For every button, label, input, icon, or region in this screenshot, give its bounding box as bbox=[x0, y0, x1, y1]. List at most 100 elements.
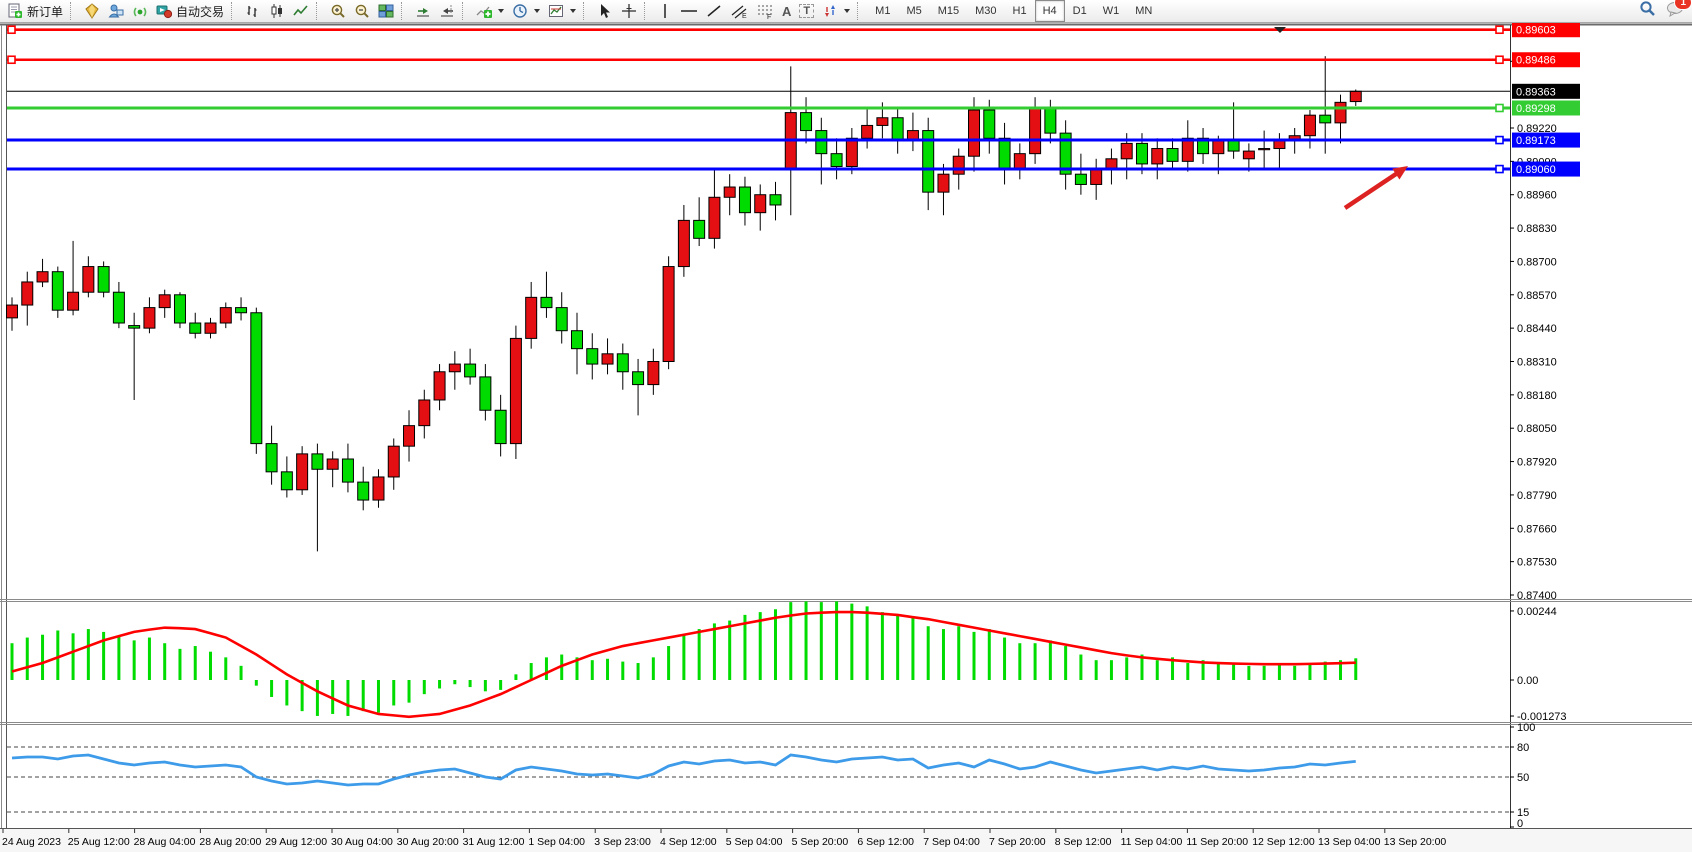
zoom-in-button[interactable] bbox=[326, 1, 350, 22]
toolbar-separator bbox=[462, 2, 468, 20]
chevron-down-icon bbox=[844, 9, 850, 13]
timeframe-h1[interactable]: H1 bbox=[1005, 0, 1035, 22]
timeframe-w1[interactable]: W1 bbox=[1095, 0, 1128, 22]
svg-text:12 Sep 12:00: 12 Sep 12:00 bbox=[1252, 836, 1315, 848]
timeframe-m30[interactable]: M30 bbox=[967, 0, 1004, 22]
svg-text:100: 100 bbox=[1517, 722, 1535, 734]
svg-text:0.89603: 0.89603 bbox=[1516, 25, 1556, 37]
svg-text:0.88700: 0.88700 bbox=[1517, 256, 1557, 268]
svg-text:3 Sep 23:00: 3 Sep 23:00 bbox=[594, 836, 651, 848]
auto-scroll-button[interactable] bbox=[411, 1, 435, 22]
timeframe-m5[interactable]: M5 bbox=[898, 0, 929, 22]
chart-canvas[interactable]: 0.894800.892200.890900.889600.888300.887… bbox=[0, 0, 1692, 852]
gem-icon bbox=[84, 3, 100, 19]
templates-button[interactable] bbox=[544, 1, 580, 22]
timeframe-m1[interactable]: M1 bbox=[867, 0, 898, 22]
fibonacci-icon: F bbox=[756, 3, 774, 19]
signals-icon bbox=[132, 3, 148, 19]
chart-shift-button[interactable] bbox=[435, 1, 459, 22]
horizontal-line-button[interactable] bbox=[676, 1, 702, 22]
text-label-button[interactable]: T bbox=[795, 1, 818, 22]
equidistant-channel-icon: E bbox=[730, 3, 748, 19]
text-button[interactable]: A bbox=[778, 1, 795, 22]
svg-text:F: F bbox=[767, 14, 771, 19]
bar-chart-button[interactable] bbox=[241, 1, 265, 22]
autotrading-label: 自动交易 bbox=[176, 3, 224, 20]
horizontal-line-icon bbox=[680, 3, 698, 19]
svg-text:0.89486: 0.89486 bbox=[1516, 55, 1556, 67]
svg-text:13 Sep 04:00: 13 Sep 04:00 bbox=[1318, 836, 1381, 848]
svg-text:0.87920: 0.87920 bbox=[1517, 457, 1557, 469]
new-order-button[interactable]: 新订单 bbox=[3, 1, 67, 22]
arrows-button[interactable] bbox=[818, 1, 854, 22]
svg-text:0.87400: 0.87400 bbox=[1517, 590, 1557, 602]
svg-text:29 Aug 12:00: 29 Aug 12:00 bbox=[265, 836, 327, 848]
svg-text:0.87530: 0.87530 bbox=[1517, 557, 1557, 569]
text-icon: A bbox=[782, 4, 791, 19]
periods-button[interactable] bbox=[508, 1, 544, 22]
tile-windows-icon bbox=[378, 3, 394, 19]
timeframe-mn[interactable]: MN bbox=[1127, 0, 1160, 22]
chat-button[interactable]: 1 bbox=[1666, 1, 1684, 22]
indicators-icon bbox=[476, 3, 492, 19]
chevron-down-icon bbox=[534, 9, 540, 13]
svg-text:0.00: 0.00 bbox=[1517, 675, 1538, 687]
svg-text:8 Sep 12:00: 8 Sep 12:00 bbox=[1055, 836, 1112, 848]
crosshair-button[interactable] bbox=[617, 1, 641, 22]
svg-text:0: 0 bbox=[1517, 818, 1523, 830]
autotrading-button[interactable]: 自动交易 bbox=[152, 1, 228, 22]
indicators-button[interactable] bbox=[472, 1, 508, 22]
crosshair-icon bbox=[621, 3, 637, 19]
toolbar-separator bbox=[231, 2, 237, 20]
svg-text:0.88960: 0.88960 bbox=[1517, 190, 1557, 202]
toolbar-separator bbox=[857, 2, 863, 20]
gem-button[interactable] bbox=[80, 1, 104, 22]
svg-text:1 Sep 04:00: 1 Sep 04:00 bbox=[528, 836, 585, 848]
timeframe-h4[interactable]: H4 bbox=[1035, 0, 1065, 22]
vertical-line-button[interactable] bbox=[654, 1, 676, 22]
svg-text:0.89173: 0.89173 bbox=[1516, 135, 1556, 147]
svg-text:80: 80 bbox=[1517, 742, 1529, 754]
fibonacci-button[interactable]: F bbox=[752, 1, 778, 22]
timeframe-d1[interactable]: D1 bbox=[1065, 0, 1095, 22]
toolbar-separator bbox=[316, 2, 322, 20]
search-icon[interactable] bbox=[1639, 0, 1656, 22]
metaeditor-button[interactable] bbox=[104, 1, 128, 22]
cursor-icon bbox=[597, 3, 613, 19]
candlestick-chart-button[interactable] bbox=[265, 1, 289, 22]
cursor-button[interactable] bbox=[593, 1, 617, 22]
bar-chart-icon bbox=[245, 3, 261, 19]
metaeditor-icon bbox=[108, 3, 124, 19]
periods-icon bbox=[512, 3, 528, 19]
text-label-icon: T bbox=[799, 4, 814, 18]
equidistant-channel-button[interactable]: E bbox=[726, 1, 752, 22]
new-order-icon bbox=[7, 3, 23, 19]
chevron-down-icon bbox=[498, 9, 504, 13]
toolbar-separator bbox=[644, 2, 650, 20]
vertical-line-icon bbox=[658, 3, 672, 19]
svg-text:28 Aug 04:00: 28 Aug 04:00 bbox=[134, 836, 196, 848]
mt4-window: 新订单 自动交易 E F A T bbox=[0, 0, 1692, 852]
signals-button[interactable] bbox=[128, 1, 152, 22]
line-chart-icon bbox=[293, 3, 309, 19]
chevron-down-icon bbox=[570, 9, 576, 13]
timeframe-bar: M1M5M15M30H1H4D1W1MN bbox=[867, 0, 1160, 22]
trendline-button[interactable] bbox=[702, 1, 726, 22]
chart-shift-icon bbox=[439, 3, 455, 19]
line-chart-button[interactable] bbox=[289, 1, 313, 22]
svg-text:0.00244: 0.00244 bbox=[1517, 606, 1557, 618]
svg-text:0.89363: 0.89363 bbox=[1516, 86, 1556, 98]
svg-text:0.88830: 0.88830 bbox=[1517, 223, 1557, 235]
svg-text:0.87660: 0.87660 bbox=[1517, 523, 1557, 535]
svg-text:0.88570: 0.88570 bbox=[1517, 290, 1557, 302]
templates-icon bbox=[548, 3, 564, 19]
notification-badge: 1 bbox=[1674, 0, 1692, 10]
tile-windows-button[interactable] bbox=[374, 1, 398, 22]
svg-text:31 Aug 12:00: 31 Aug 12:00 bbox=[463, 836, 525, 848]
auto-scroll-icon bbox=[415, 3, 431, 19]
svg-text:0.89060: 0.89060 bbox=[1516, 164, 1556, 176]
svg-text:7 Sep 20:00: 7 Sep 20:00 bbox=[989, 836, 1046, 848]
zoom-out-button[interactable] bbox=[350, 1, 374, 22]
svg-text:5 Sep 04:00: 5 Sep 04:00 bbox=[726, 836, 783, 848]
timeframe-m15[interactable]: M15 bbox=[930, 0, 967, 22]
